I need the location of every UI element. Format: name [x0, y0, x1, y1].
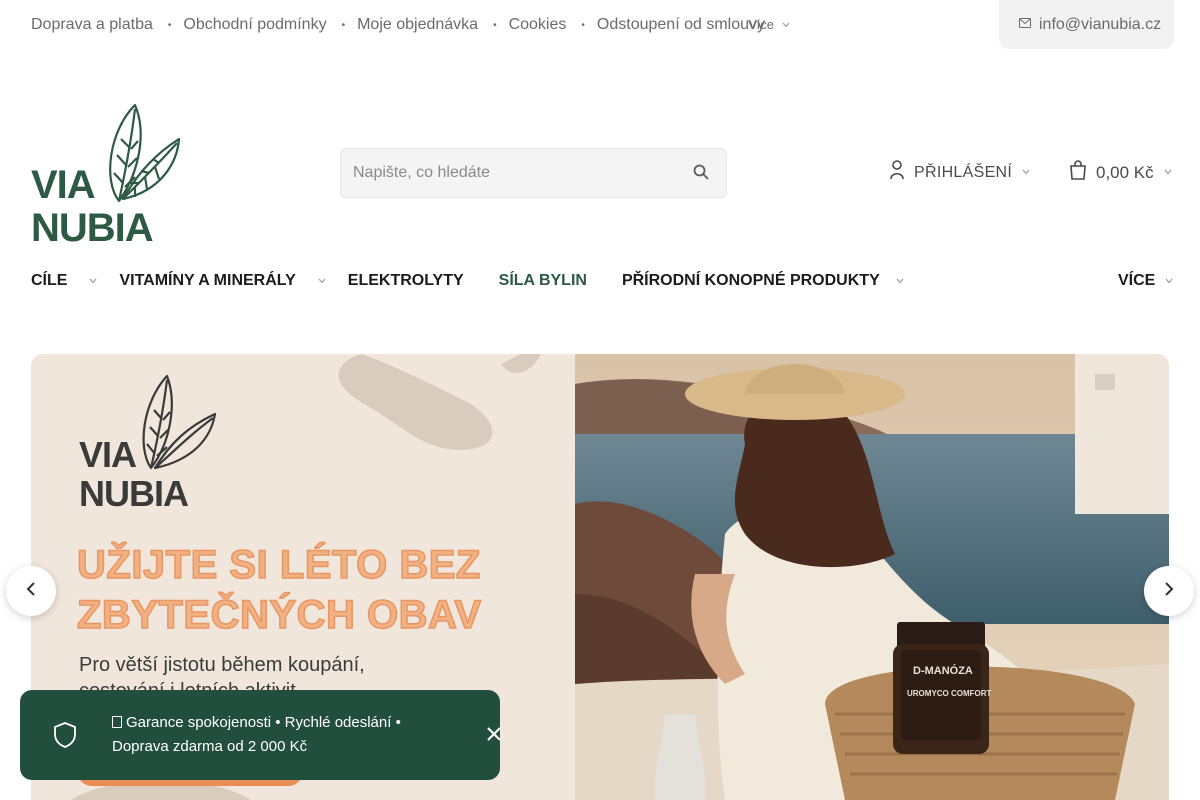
shield-check-icon — [50, 720, 80, 750]
separator-dot: • — [581, 19, 585, 31]
nav-item-electrolytes[interactable]: ELEKTROLYTY — [348, 272, 464, 290]
toast-text: Garance spokojenosti • Rychlé odeslání •… — [112, 711, 401, 759]
nav-item-label: SÍLA BYLIN — [498, 272, 587, 289]
info-toast: Garance spokojenosti • Rychlé odeslání •… — [20, 690, 501, 780]
separator-dot: • — [341, 19, 346, 31]
chevron-down-icon — [1022, 168, 1030, 177]
top-link-cookies[interactable]: Cookies — [509, 16, 567, 34]
banner-logo-nubia: NUBIA — [79, 473, 189, 512]
separator-dot: • — [167, 19, 172, 31]
top-more-menu[interactable]: Více — [748, 17, 790, 32]
site-logo[interactable]: VIA NUBIA — [31, 103, 181, 250]
top-link-my-order[interactable]: Moje objednávka — [357, 16, 478, 34]
top-link-withdrawal[interactable]: Odstoupení od smlouvy — [597, 16, 765, 34]
login-label: PŘIHLÁŠENÍ — [914, 163, 1013, 181]
email-address: info@vianubia.cz — [1039, 15, 1162, 33]
toast-close-button[interactable] — [482, 724, 506, 748]
cart-total: 0,00 Kč — [1096, 162, 1154, 182]
nav-item-vitamins[interactable]: VITAMÍNY A MINERÁLY — [119, 272, 347, 290]
search-button[interactable] — [690, 163, 712, 185]
nav-item-label: CÍLE — [31, 272, 68, 289]
login-button[interactable]: PŘIHLÁŠENÍ — [890, 160, 1030, 185]
chevron-down-icon — [1165, 277, 1173, 286]
user-icon — [890, 160, 904, 185]
toast-line1-text: Garance spokojenosti • Rychlé odeslání • — [126, 714, 401, 731]
top-link-terms[interactable]: Obchodní podmínky — [183, 16, 326, 34]
cart-button[interactable]: 0,00 Kč — [1070, 160, 1172, 185]
toast-line2: Doprava zdarma od 2 000 Kč — [112, 738, 308, 755]
banner-headline: UŽIJTE SI LÉTO BEZ ZBYTEČNÝCH OBAV — [76, 540, 482, 640]
email-contact[interactable]: info@vianubia.cz — [999, 0, 1174, 49]
slider-next-button[interactable] — [1144, 566, 1194, 616]
nav-item-hemp[interactable]: PŘÍRODNÍ KONOPNÉ PRODUKTY — [622, 272, 926, 290]
chevron-down-icon — [896, 277, 904, 286]
nav-item-label: VITAMÍNY A MINERÁLY — [119, 272, 296, 289]
product-label-name: D-MANÓZA — [913, 664, 973, 677]
main-nav: CÍLE VITAMÍNY A MINERÁLY ELEKTROLYTY SÍL… — [31, 272, 926, 290]
banner-photo: D-MANÓZA UROMYCO COMFORT — [575, 354, 1169, 800]
top-links: Doprava a platba • Obchodní podmínky • M… — [31, 16, 765, 34]
logo-text-via: VIA — [31, 163, 95, 207]
search-icon — [693, 164, 709, 185]
chevron-down-icon — [89, 277, 97, 286]
chevron-right-icon — [1164, 581, 1174, 601]
search-input[interactable] — [341, 149, 671, 197]
nav-item-label: PŘÍRODNÍ KONOPNÉ PRODUKTY — [621, 272, 880, 289]
product-label-subname: UROMYCO COMFORT — [907, 689, 992, 698]
chevron-down-icon — [782, 20, 790, 30]
toast-line1: Garance spokojenosti • Rychlé odeslání • — [112, 714, 401, 731]
nav-item-herbs[interactable]: SÍLA BYLIN — [499, 272, 587, 290]
close-icon — [486, 726, 502, 747]
top-link-shipping[interactable]: Doprava a platba — [31, 16, 153, 34]
nav-item-label: ELEKTROLYTY — [347, 272, 464, 289]
cart-icon — [1070, 160, 1086, 185]
chevron-down-icon — [318, 277, 326, 286]
check-icon — [112, 716, 122, 728]
banner-headline-line1: UŽIJTE SI LÉTO BEZ — [76, 542, 481, 588]
mail-icon — [1019, 18, 1031, 31]
banner-logo: VIA NUBIA — [79, 374, 217, 512]
slider-prev-button[interactable] — [6, 566, 56, 616]
chevron-left-icon — [26, 581, 36, 601]
banner-photo-illustration: D-MANÓZA UROMYCO COMFORT — [575, 354, 1169, 800]
logo-text-nubia: NUBIA — [31, 206, 153, 243]
search-box — [340, 148, 727, 198]
chevron-down-icon — [1164, 168, 1172, 177]
nav-more-label: VÍCE — [1118, 272, 1156, 289]
top-more-label: Více — [748, 17, 775, 32]
banner-headline-line2: ZBYTEČNÝCH OBAV — [76, 592, 482, 638]
nav-more-menu[interactable]: VÍCE — [1118, 272, 1173, 290]
banner-subtext-line1: Pro větší jistotu během koupání, — [79, 654, 365, 676]
separator-dot: • — [493, 19, 497, 31]
top-bar: Doprava a platba • Obchodní podmínky • M… — [0, 0, 1200, 60]
banner-logo-via: VIA — [79, 434, 137, 475]
nav-item-goals[interactable]: CÍLE — [31, 272, 119, 290]
